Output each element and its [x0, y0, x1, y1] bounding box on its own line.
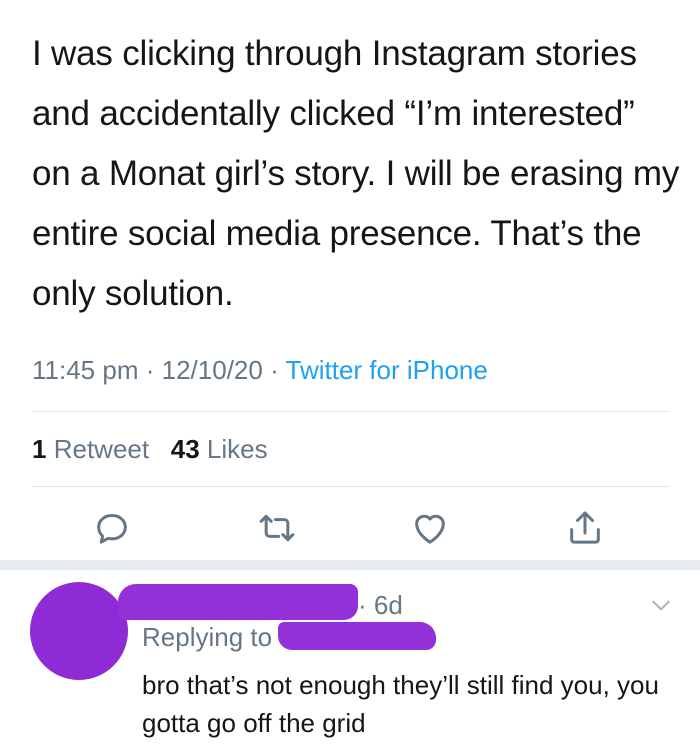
tweet-actions	[0, 500, 700, 550]
retweet-button[interactable]	[257, 508, 297, 548]
retweet-label: Retweet	[53, 434, 150, 464]
section-separator	[0, 560, 700, 570]
tweet-time[interactable]: 11:45 pm	[32, 355, 138, 385]
divider	[32, 411, 670, 412]
likes-stat[interactable]: 43 Likes	[171, 434, 268, 464]
redacted-handle-scribble	[278, 622, 436, 650]
like-label: Likes	[206, 434, 268, 464]
like-button[interactable]	[410, 508, 450, 548]
tweet-stats: 1 Retweet 43 Likes	[32, 434, 268, 465]
retweet-count: 1	[32, 434, 47, 464]
divider	[32, 486, 670, 487]
reply-text: bro that’s not enough they’ll still find…	[142, 670, 659, 738]
like-count: 43	[170, 434, 200, 464]
reply-button[interactable]	[92, 508, 132, 548]
share-button[interactable]	[565, 508, 605, 548]
like-icon	[415, 514, 445, 544]
meta-separator: ·	[270, 355, 279, 385]
tweet-text: I was clicking through Instagram stories…	[32, 34, 680, 313]
meta-separator: ·	[145, 355, 155, 385]
more-options-button[interactable]	[648, 592, 674, 618]
replying-to-label: Replying to	[142, 622, 273, 652]
redacted-username-scribble	[118, 584, 358, 620]
retweet-icon	[259, 514, 295, 542]
reply-tweet[interactable]: · 6d Replying to bro that’s not enough t…	[0, 570, 700, 754]
avatar[interactable]	[30, 582, 128, 680]
reply-icon	[97, 514, 127, 544]
chevron-down-icon	[652, 600, 670, 611]
reply-time: · 6d	[358, 590, 403, 620]
tweet-meta: 11:45 pm · 12/10/20 · Twitter for iPhone	[32, 355, 488, 386]
retweets-stat[interactable]: 1 Retweet	[32, 434, 149, 464]
share-icon	[570, 511, 600, 544]
tweet-source-link[interactable]: Twitter for iPhone	[286, 355, 488, 385]
tweet-date[interactable]: 12/10/20	[162, 355, 263, 385]
